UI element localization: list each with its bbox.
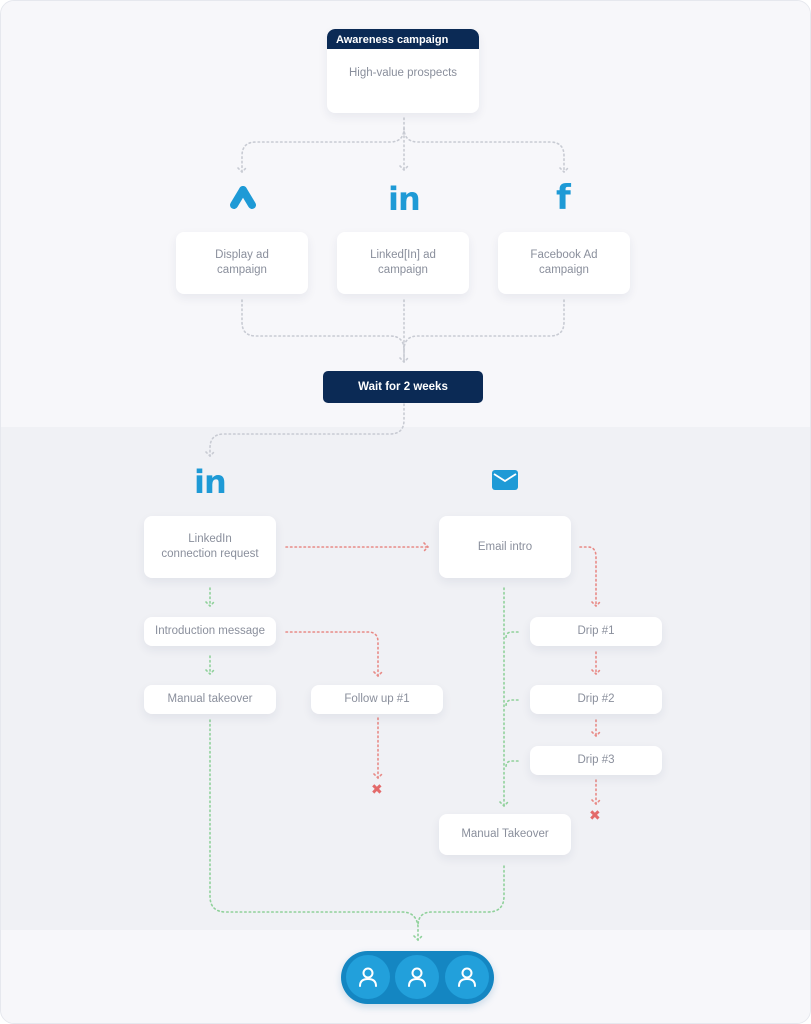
connector-wait-linkedin xyxy=(205,403,405,458)
start-node-awareness-campaign[interactable]: Awareness campaign High-value prospects xyxy=(327,29,479,113)
start-node-label: High-value prospects xyxy=(348,67,458,79)
node-label-line2: campaign xyxy=(539,264,589,276)
google-ads-icon xyxy=(227,184,259,212)
node-drip-2[interactable]: Drip #2 xyxy=(530,685,662,714)
node-label-line1: Linked[In] ad xyxy=(370,249,436,261)
node-label-line1: LinkedIn xyxy=(188,533,232,545)
user-icon xyxy=(408,967,426,987)
linkedin-icon: in xyxy=(388,180,421,218)
facebook-icon: f xyxy=(556,178,571,218)
stop-icon: ✖ xyxy=(589,808,601,824)
email-icon xyxy=(491,469,519,491)
node-email-intro[interactable]: Email intro xyxy=(439,516,571,578)
linkedin-icon: in xyxy=(194,463,227,501)
avatar[interactable] xyxy=(346,955,390,999)
stop-icon: ✖ xyxy=(371,782,383,798)
node-label-line2: connection request xyxy=(161,548,259,560)
avatar[interactable] xyxy=(395,955,439,999)
node-drip-3[interactable]: Drip #3 xyxy=(530,746,662,775)
connectors xyxy=(205,117,601,942)
node-label-line2: campaign xyxy=(378,264,428,276)
node-linkedin-ad-campaign[interactable]: Linked[In] ad campaign xyxy=(337,232,469,294)
connector-split-top xyxy=(237,117,569,174)
node-label-line1: Facebook Ad xyxy=(530,249,598,261)
start-node-header: Awareness campaign xyxy=(327,29,479,49)
node-label-line2: campaign xyxy=(217,264,267,276)
node-linkedin-connection-request[interactable]: LinkedIn connection request xyxy=(144,516,276,578)
node-facebook-ad-campaign[interactable]: Facebook Ad campaign xyxy=(498,232,630,294)
node-display-ad-campaign[interactable]: Display ad campaign xyxy=(176,232,308,294)
node-manual-takeover-linkedin[interactable]: Manual takeover xyxy=(144,685,276,714)
node-wait[interactable]: Wait for 2 weeks xyxy=(323,371,483,403)
node-follow-up-1[interactable]: Follow up #1 xyxy=(311,685,443,714)
user-icon xyxy=(458,967,476,987)
node-label-line1: Display ad xyxy=(215,249,269,261)
node-introduction-message[interactable]: Introduction message xyxy=(144,617,276,646)
avatar[interactable] xyxy=(445,955,489,999)
connector-merge-wait xyxy=(241,299,565,364)
user-icon xyxy=(359,967,377,987)
node-manual-takeover-email[interactable]: Manual Takeover xyxy=(439,814,571,855)
node-drip-1[interactable]: Drip #1 xyxy=(530,617,662,646)
audience-group[interactable] xyxy=(341,951,494,1004)
